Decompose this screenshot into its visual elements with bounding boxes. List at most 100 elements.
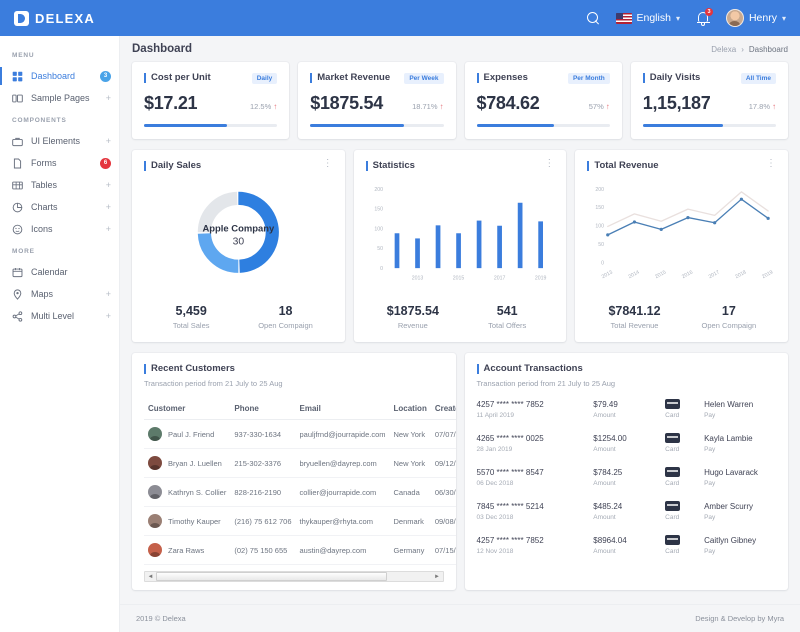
transaction-date: 03 Dec 2018	[476, 513, 514, 521]
sidebar-item-dashboard[interactable]: Dashboard 3	[0, 65, 119, 87]
kebab-menu-icon[interactable]: ⋮	[323, 159, 333, 169]
scroll-left-icon[interactable]: ◄	[145, 574, 156, 580]
transaction-card-type-cell: Card	[665, 433, 704, 453]
stat-card-title: Expenses	[476, 72, 528, 84]
progress-track	[144, 124, 278, 127]
progress-track	[642, 124, 776, 127]
transaction-amount-cell: $784.25 Amount	[593, 468, 665, 487]
top-navigation-bar: DELEXA English ▾ 3 Henry ▾	[0, 0, 800, 36]
statistics-bar-chart: 200 150 100 50 0 2013 2015 2017 2019	[366, 178, 555, 296]
sidebar-item-sample-pages[interactable]: Sample Pages +	[0, 87, 119, 109]
sidebar-item-maps[interactable]: Maps +	[0, 283, 119, 305]
user-menu[interactable]: Henry ▾	[725, 9, 786, 27]
svg-text:0: 0	[380, 266, 383, 272]
avatar	[148, 543, 162, 557]
sidebar-item-forms[interactable]: Forms 6	[0, 152, 119, 174]
table-row[interactable]: Kathryn S. Collier 828-216-2190 collier@jo…	[144, 477, 456, 507]
table-column-header[interactable]: Create	[430, 398, 456, 420]
cell-location: Canada	[389, 477, 431, 507]
sidebar-item-ui-elements[interactable]: UI Elements +	[0, 130, 119, 152]
scrollbar-thumb[interactable]	[156, 572, 388, 581]
expand-icon: +	[105, 202, 111, 212]
svg-text:30: 30	[233, 237, 245, 248]
footer-stat: $7841.12 Total Revenue	[587, 304, 681, 330]
svg-text:150: 150	[596, 205, 605, 211]
cell-email: austin@dayrep.com	[295, 535, 390, 565]
pages-icon	[12, 94, 23, 102]
sidebar-item-label: Charts	[31, 202, 58, 212]
progress-track	[310, 124, 444, 127]
status-badge: Per Month	[567, 72, 610, 84]
transaction-card-type-cell: Card	[665, 467, 704, 487]
transaction-row[interactable]: 7845 **** **** 5214 03 Dec 2018 $485.24 Amo…	[477, 494, 777, 528]
amount-value: $1254.00	[593, 433, 627, 443]
stat-value: 1,15,187	[642, 93, 711, 113]
progress-fill	[476, 124, 554, 127]
transaction-row[interactable]: 4257 **** **** 7852 12 Nov 2018 $8964.04 Am…	[477, 528, 777, 562]
language-label: English	[636, 12, 671, 24]
sidebar-item-charts[interactable]: Charts +	[0, 196, 119, 218]
table-column-header[interactable]: Email	[295, 398, 390, 420]
kebab-menu-icon[interactable]: ⋮	[766, 159, 776, 169]
footer-stat-label: Total Offers	[488, 321, 527, 330]
transaction-amount-cell: $79.49 Amount	[593, 400, 665, 419]
table-row[interactable]: Bryan J. Luellen 215-302-3376 bryuellen@da…	[144, 448, 456, 478]
briefcase-icon	[12, 137, 23, 146]
svg-text:2017: 2017	[494, 275, 506, 281]
scrollbar-rail[interactable]	[156, 572, 432, 581]
cell-customer: Bryan J. Luellen	[144, 448, 231, 478]
card-title: Statistics	[365, 160, 415, 172]
table-row[interactable]: Zara Raws (02) 75 150 655 austin@dayrep.co…	[144, 535, 456, 565]
svg-text:2013: 2013	[411, 275, 423, 281]
sidebar-item-label: Tables	[31, 180, 58, 190]
stat-cards-row: Cost per Unit Daily $17.21 12.5% ↑ Marke…	[132, 62, 788, 139]
table-row[interactable]: Paul J. Friend 937-330-1634 pauljfrnd@jour…	[144, 419, 456, 449]
kebab-menu-icon[interactable]: ⋮	[544, 159, 554, 169]
transaction-row[interactable]: 4265 **** **** 0025 28 Jan 2019 $1254.00 Am…	[477, 426, 777, 460]
transaction-date: 12 Nov 2018	[476, 547, 514, 555]
smiley-icon	[12, 224, 23, 234]
footer-stat-value: 18	[278, 304, 293, 318]
us-flag-icon	[615, 12, 632, 24]
transaction-row[interactable]: 4257 **** **** 7852 11 April 2019 $79.49 Am…	[477, 392, 777, 426]
status-badge: Per Week	[404, 72, 444, 84]
stat-card-body: $1875.54 18.71% ↑	[310, 93, 443, 114]
brand-logo[interactable]: DELEXA	[0, 10, 120, 26]
table-column-header[interactable]: Customer	[144, 398, 231, 420]
arrow-up-icon: ↑	[772, 102, 776, 111]
person-name: Hugo Lavarack	[704, 467, 758, 477]
horizontal-scrollbar[interactable]: ◄ ►	[144, 571, 444, 582]
transaction-amount-cell: $485.24 Amount	[593, 502, 665, 521]
customer-name: Bryan J. Luellen	[168, 458, 222, 468]
breadcrumb-root[interactable]: Delexa	[711, 45, 736, 54]
sidebar-item-tables[interactable]: Tables +	[0, 174, 119, 196]
table-column-header[interactable]: Location	[389, 398, 431, 420]
search-icon[interactable]	[586, 11, 600, 25]
scroll-right-icon[interactable]: ►	[432, 574, 443, 580]
stat-card-body: 1,15,187 17.8% ↑	[643, 93, 776, 114]
card-label: Card	[665, 548, 680, 555]
card-number: 5570 **** **** 8547	[476, 467, 544, 477]
sidebar-item-icons[interactable]: Icons +	[0, 218, 119, 240]
notifications-button[interactable]: 3	[696, 8, 713, 26]
stat-card-title: Market Revenue	[310, 72, 390, 84]
table-row[interactable]: Timothy Kauper (216) 75 612 706 thykauper@…	[144, 506, 456, 536]
share-icon	[12, 310, 23, 322]
transaction-person-cell: Kayla Lambie Pay	[704, 434, 776, 453]
arrow-up-icon: ↑	[273, 102, 278, 111]
sidebar-item-multi-level[interactable]: Multi Level +	[0, 305, 119, 327]
transaction-person-cell: Helen Warren Pay	[704, 400, 776, 419]
language-selector[interactable]: English ▾	[615, 12, 680, 24]
transaction-card-cell: 4265 **** **** 0025 28 Jan 2019	[477, 434, 594, 453]
transaction-row[interactable]: 5570 **** **** 8547 06 Dec 2018 $784.25 Amo…	[477, 460, 777, 494]
transaction-date: 06 Dec 2018	[476, 479, 514, 487]
sidebar-item-calendar[interactable]: Calendar	[0, 261, 119, 283]
table-column-header[interactable]: Phone	[230, 398, 296, 420]
charts-row: Daily Sales ⋮ Apple Company 30 5,459 Tota…	[132, 150, 789, 342]
sidebar: MENU Dashboard 3 Sample Pages + COMPONEN…	[0, 36, 120, 632]
arrow-up-icon: ↑	[605, 102, 610, 111]
transaction-card-cell: 4257 **** **** 7852 11 April 2019	[477, 400, 594, 419]
customers-table-wrap: CustomerPhoneEmailLocationCreate Paul J.…	[132, 398, 456, 565]
footer-stat: 17 Open Compaign	[682, 304, 776, 330]
pay-label: Pay	[704, 479, 716, 487]
